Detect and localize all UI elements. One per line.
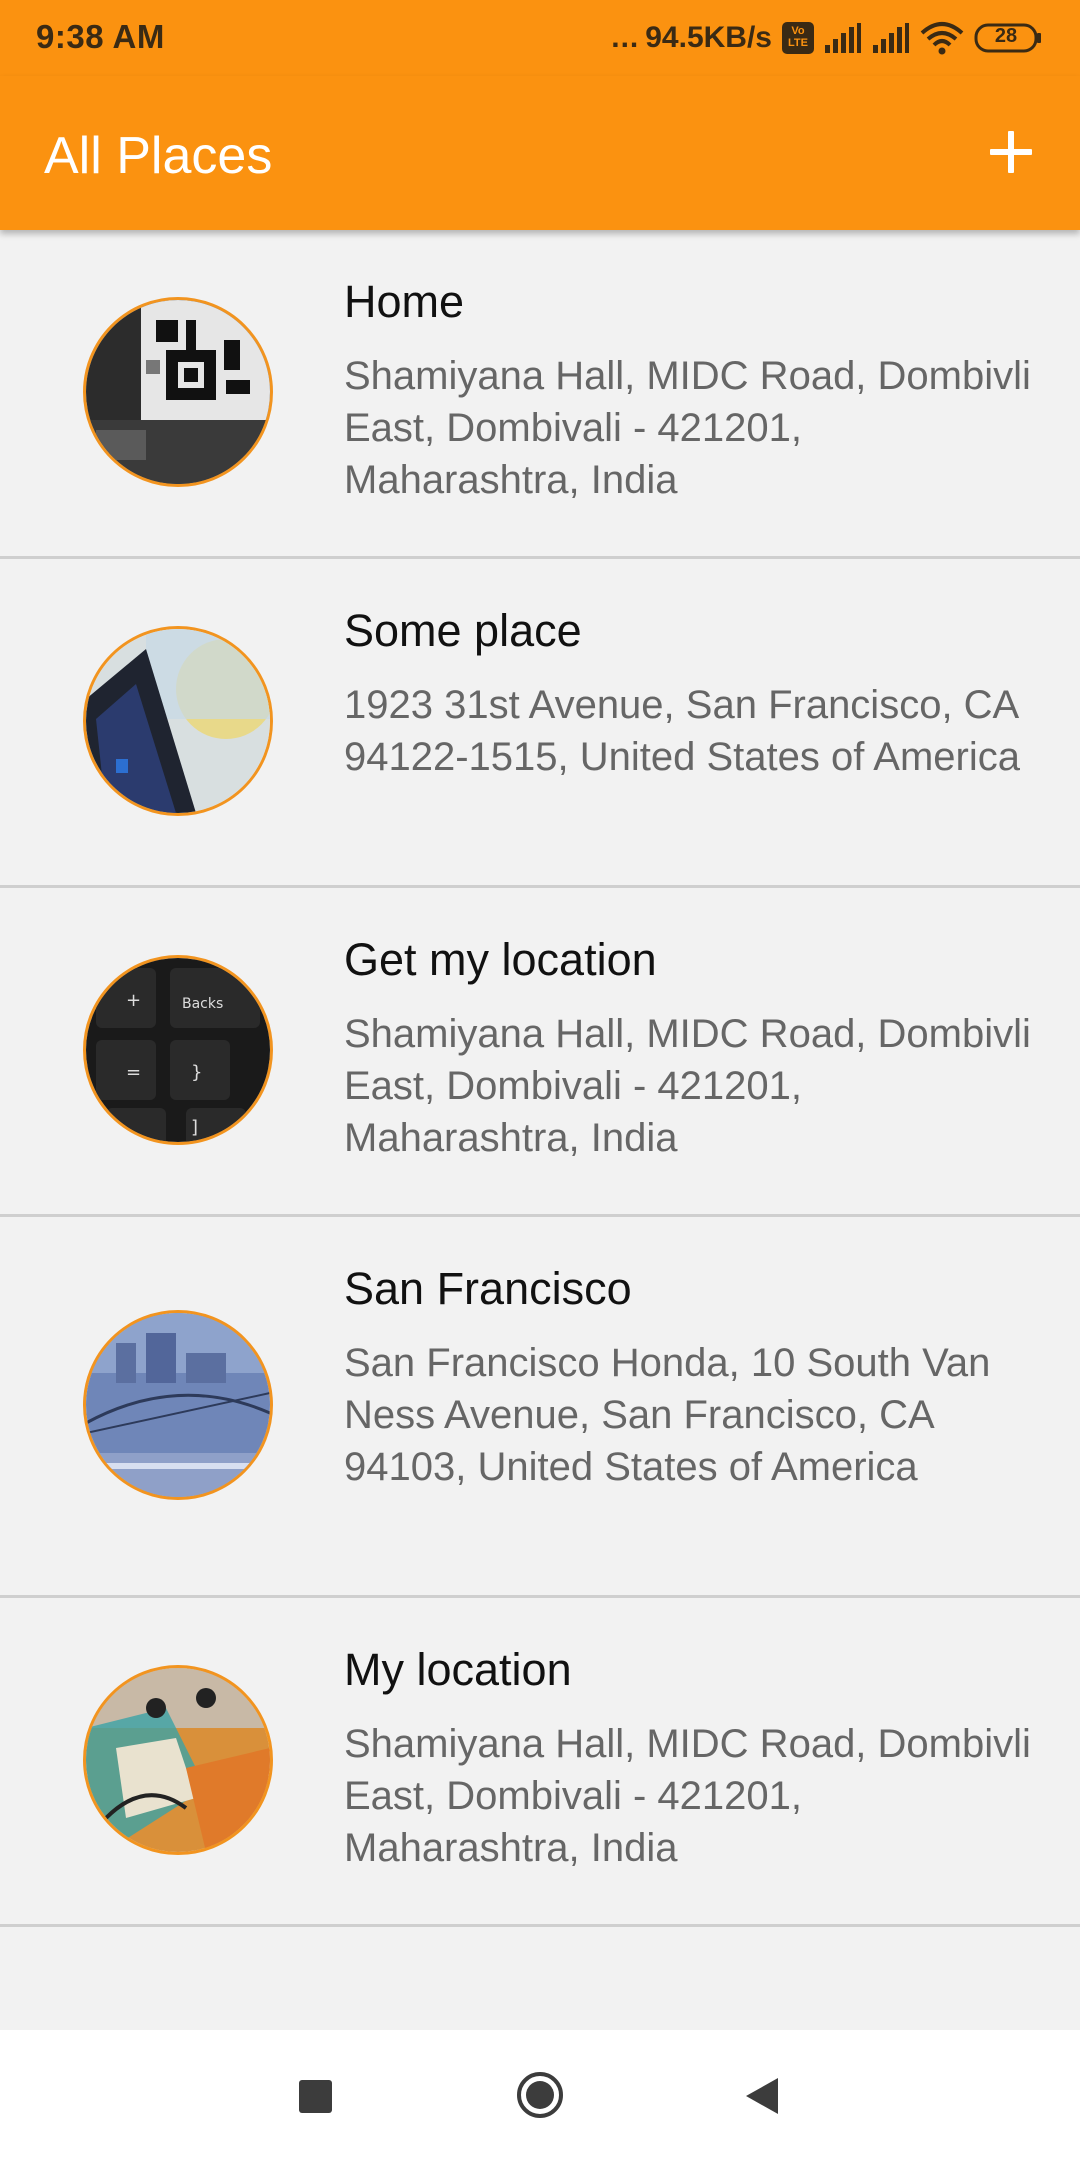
status-bar: 9:38 AM ... 94.5KB/s Vo LTE 28 <box>0 0 1080 76</box>
place-thumbnail: + = Backs } ] <box>83 955 273 1145</box>
system-nav-bar <box>0 2030 1080 2160</box>
list-item[interactable]: San Francisco San Francisco Honda, 10 So… <box>0 1217 1080 1598</box>
place-text: Get my location Shamiyana Hall, MIDC Roa… <box>344 932 1044 1164</box>
place-text: San Francisco San Francisco Honda, 10 So… <box>344 1261 1044 1493</box>
svg-text:=: = <box>126 1062 141 1083</box>
list-item[interactable]: Home Shamiyana Hall, MIDC Road, Dombivli… <box>0 230 1080 559</box>
plus-icon-vertical <box>1008 131 1014 173</box>
list-item[interactable]: Some place 1923 31st Avenue, San Francis… <box>0 559 1080 888</box>
page-title: All Places <box>44 127 273 185</box>
svg-text:+: + <box>126 990 141 1011</box>
volte-icon: Vo LTE <box>782 22 814 54</box>
place-address: San Francisco Honda, 10 South Van Ness A… <box>344 1341 991 1489</box>
place-address: 1923 31st Avenue, San Francisco, CA 9412… <box>344 683 1020 779</box>
place-name: Get my location <box>344 934 657 985</box>
square-icon[interactable] <box>299 2080 332 2113</box>
place-name: Home <box>344 276 465 327</box>
place-name: San Francisco <box>344 1263 632 1314</box>
place-name: My location <box>344 1644 572 1695</box>
svg-text:]: ] <box>191 1117 198 1138</box>
place-thumbnail <box>83 626 273 816</box>
place-text: Home Shamiyana Hall, MIDC Road, Dombivli… <box>344 274 1044 506</box>
wifi-icon <box>920 21 964 55</box>
signal-icon-2 <box>872 23 910 53</box>
svg-text:Backs: Backs <box>182 996 223 1012</box>
place-text: Some place 1923 31st Avenue, San Francis… <box>344 603 1044 783</box>
status-dots: ... <box>611 21 640 54</box>
app-bar: All Places <box>0 76 1080 230</box>
battery-level: 28 <box>994 25 1018 47</box>
network-speed: 94.5KB/s <box>645 21 772 54</box>
add-place-button[interactable] <box>974 114 1050 190</box>
list-item[interactable]: + = Backs } ] Get my location Shamiyana … <box>0 888 1080 1217</box>
place-name: Some place <box>344 605 582 656</box>
signal-icon <box>824 23 862 53</box>
place-thumbnail <box>83 297 273 487</box>
place-thumbnail <box>83 1310 273 1500</box>
status-time: 9:38 AM <box>36 18 165 55</box>
svg-text:}: } <box>191 1062 202 1083</box>
place-text: My location Shamiyana Hall, MIDC Road, D… <box>344 1642 1044 1874</box>
circle-icon[interactable] <box>516 2071 564 2119</box>
place-thumbnail <box>83 1665 273 1855</box>
place-address: Shamiyana Hall, MIDC Road, Dombivli East… <box>344 1012 1031 1160</box>
place-address: Shamiyana Hall, MIDC Road, Dombivli East… <box>344 354 1031 502</box>
place-address: Shamiyana Hall, MIDC Road, Dombivli East… <box>344 1722 1031 1870</box>
place-list: Home Shamiyana Hall, MIDC Road, Dombivli… <box>0 230 1080 1927</box>
battery-icon: 28 <box>974 22 1044 54</box>
triangle-back-icon[interactable] <box>742 2074 782 2118</box>
list-item[interactable]: My location Shamiyana Hall, MIDC Road, D… <box>0 1598 1080 1927</box>
status-icons: ... 94.5KB/s Vo LTE 28 <box>611 14 1044 62</box>
